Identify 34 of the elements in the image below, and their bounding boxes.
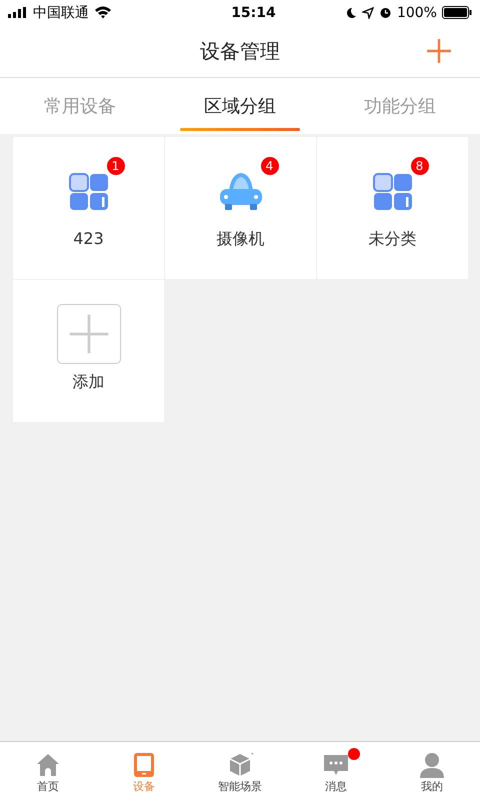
- add-group-card[interactable]: 添加: [13, 280, 164, 422]
- user-icon: [418, 751, 446, 779]
- group-card[interactable]: 8 未分类: [317, 137, 468, 279]
- battery-icon: [442, 6, 472, 19]
- nav-tab[interactable]: 首页: [0, 742, 96, 800]
- count-badge: 8: [410, 157, 428, 175]
- add-box[interactable]: [56, 304, 120, 364]
- moon-icon: [344, 6, 357, 18]
- page-title: 设备管理: [200, 38, 280, 64]
- location-icon: [362, 6, 374, 18]
- battery-percent: 100%: [396, 4, 437, 20]
- nav-tab[interactable]: 我的: [384, 742, 480, 800]
- grid-icon: [372, 173, 412, 211]
- group-label: 423: [73, 229, 104, 248]
- group-label: 添加: [72, 372, 104, 393]
- tab[interactable]: 区域分组: [160, 78, 320, 134]
- signal-icon: [8, 7, 28, 18]
- add-button[interactable]: [426, 38, 452, 64]
- car-icon: [218, 171, 262, 213]
- clock-time: 15:14: [231, 4, 276, 20]
- count-badge: 1: [106, 157, 124, 175]
- group-label: 未分类: [368, 229, 416, 250]
- group-card[interactable]: 1 423: [13, 137, 164, 279]
- carrier-name: 中国联通: [33, 4, 89, 22]
- nav-tab[interactable]: 消息: [288, 742, 384, 800]
- group-card[interactable]: 4 摄像机: [165, 137, 316, 279]
- plus-icon: [68, 313, 110, 355]
- grid-icon: [68, 173, 108, 211]
- alarm-icon: [378, 6, 392, 19]
- group-label: 摄像机: [216, 229, 264, 250]
- plus-icon: [426, 38, 452, 64]
- nav-tab[interactable]: 智能场景: [192, 742, 288, 800]
- count-badge: 4: [260, 157, 278, 175]
- wifi-icon: [94, 6, 112, 19]
